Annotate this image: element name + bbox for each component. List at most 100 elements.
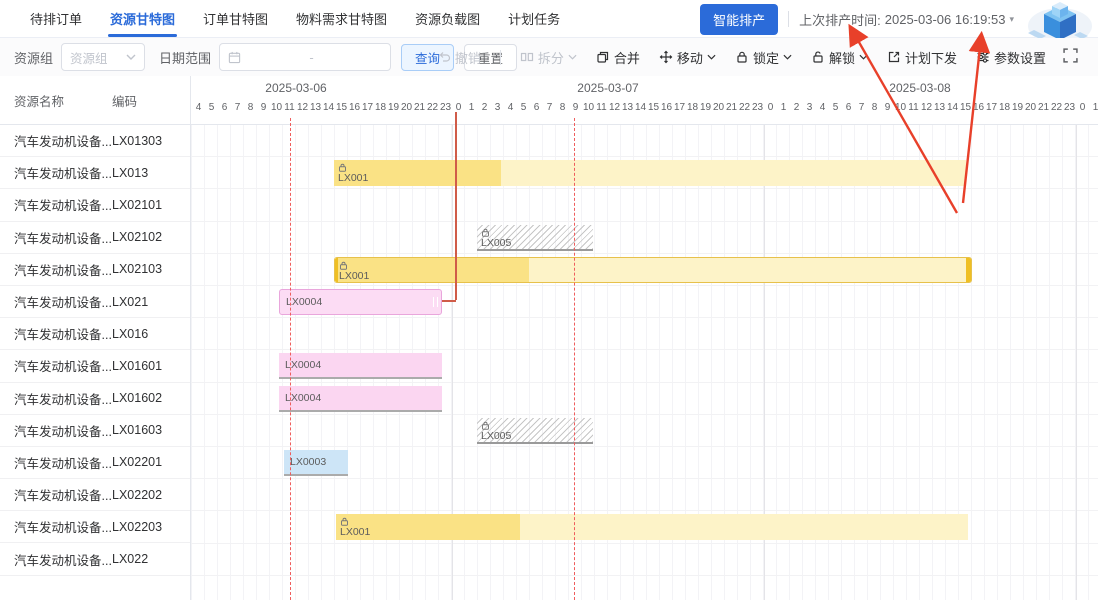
table-row[interactable]: 汽车发动机设备... LX02101 [0,189,190,221]
table-row[interactable]: 汽车发动机设备... LX02103 [0,254,190,286]
table-row[interactable]: 汽车发动机设备... LX01603 [0,415,190,447]
table-row[interactable]: 汽车发动机设备... LX02201 [0,447,190,479]
hour-label: 18 [686,102,699,113]
divider [788,11,789,27]
hour-label: 16 [972,102,985,113]
tab-0[interactable]: 待排订单 [16,0,96,37]
last-schedule-time[interactable]: 上次排产时间: 2025-03-06 16:19:53 ▾ [799,10,1014,29]
hour-label: 2 [478,102,491,113]
fullscreen-icon[interactable] [1063,48,1078,68]
resource-name-cell: 汽车发动机设备... [0,517,112,536]
resource-name-cell: 汽车发动机设备... [0,292,112,311]
dependency-connector-horizontal [442,300,456,302]
hour-label: 6 [530,102,543,113]
gantt-bar-lx0004[interactable]: LX0004 [279,353,442,379]
plan-dispatch-button[interactable]: 计划下发 [887,48,957,67]
gantt-body: LX001 LX005 LX001 LX0004 LX0004 LX0004 LX005 LX… [191,125,1098,600]
gantt-bar-lx001[interactable]: LX001 [336,514,968,540]
hour-label: 9 [569,102,582,113]
settings-button[interactable]: 参数设置 [976,48,1046,67]
resource-code-cell: LX01601 [112,359,190,373]
gantt-bar-lx005[interactable]: LX005 [477,418,593,444]
unlock-button[interactable]: 解锁 [811,48,868,67]
table-row[interactable]: 汽车发动机设备... LX02203 [0,511,190,543]
hour-label: 15 [959,102,972,113]
lock-button[interactable]: 锁定 [735,48,792,67]
tab-3[interactable]: 物料需求甘特图 [282,0,401,37]
hour-label: 4 [192,102,205,113]
resource-name-cell: 汽车发动机设备... [0,131,112,150]
hour-label: 19 [699,102,712,113]
last-schedule-time-value: 2025-03-06 16:19:53 [885,12,1006,27]
resource-table: 资源名称 编码 汽车发动机设备... LX01303汽车发动机设备... LX0… [0,76,190,600]
hour-label: 21 [725,102,738,113]
hour-label: 20 [712,102,725,113]
merge-button[interactable]: 合并 [596,48,640,67]
table-row[interactable] [0,576,190,600]
dependency-connector-vertical [455,112,457,300]
column-header-resource-name: 资源名称 [0,91,112,110]
undo-button: 撤销 [437,48,481,67]
hour-label: 11 [283,102,296,113]
gantt-bar-lx0003[interactable]: LX0003 [284,450,348,476]
bar-label: LX001 [340,527,968,538]
gantt-bar-lx005[interactable]: LX005 [477,225,593,251]
table-row[interactable]: 汽车发动机设备... LX02202 [0,479,190,511]
bar-label: LX001 [339,271,971,282]
resource-group-select[interactable]: 资源组 [61,43,145,71]
resource-code-cell: LX02202 [112,488,190,502]
last-schedule-time-label: 上次排产时间: [799,10,881,29]
table-row[interactable]: 汽车发动机设备... LX01602 [0,383,190,415]
move-button[interactable]: 移动 [659,48,716,67]
table-row[interactable]: 汽车发动机设备... LX013 [0,157,190,189]
gantt-bar-lx0004[interactable]: LX0004 [279,386,442,412]
resource-code-cell: LX016 [112,327,190,341]
hour-label: 2 [790,102,803,113]
table-row[interactable]: 汽车发动机设备... LX022 [0,543,190,575]
table-row[interactable]: 汽车发动机设备... LX021 [0,286,190,318]
table-row[interactable]: 汽车发动机设备... LX01601 [0,350,190,382]
lock-icon [338,162,966,173]
date-range-input[interactable]: - [219,43,391,71]
hour-label: 6 [842,102,855,113]
hour-label: 21 [1037,102,1050,113]
hour-label: 13 [933,102,946,113]
lock-icon [340,516,968,527]
tab-4[interactable]: 资源负载图 [401,0,494,37]
table-row[interactable]: 汽车发动机设备... LX01303 [0,125,190,157]
resource-group-placeholder: 资源组 [70,48,108,67]
tab-5[interactable]: 计划任务 [494,0,574,37]
day-label: 2025-03-06 [265,81,326,95]
chevron-down-icon [707,54,716,60]
hour-label: 23 [439,102,452,113]
hour-label: 18 [998,102,1011,113]
resource-name-cell: 汽车发动机设备... [0,485,112,504]
gantt-bar-lx001[interactable]: LX001 [334,160,966,186]
hour-label: 8 [868,102,881,113]
bar-label: LX0003 [284,450,348,468]
gantt-bar-lx0004[interactable]: LX0004 [279,289,442,315]
table-row[interactable]: 汽车发动机设备... LX016 [0,318,190,350]
table-row[interactable]: 汽车发动机设备... LX02102 [0,222,190,254]
hour-label: 10 [894,102,907,113]
gantt-row [191,189,1098,221]
resource-name-cell: 汽车发动机设备... [0,195,112,214]
hour-label: 22 [426,102,439,113]
resource-name-cell: 汽车发动机设备... [0,324,112,343]
hour-label: 22 [738,102,751,113]
smart-schedule-button[interactable]: 智能排产 [700,4,778,35]
send-icon [887,50,901,64]
gantt-bar-lx001[interactable]: LX001 [334,257,972,283]
hour-label: 10 [270,102,283,113]
hour-label: 23 [751,102,764,113]
hour-label: 4 [816,102,829,113]
hour-label: 14 [634,102,647,113]
hour-label: 14 [946,102,959,113]
hour-label: 12 [608,102,621,113]
tab-1[interactable]: 资源甘特图 [96,0,189,37]
hour-label: 7 [543,102,556,113]
gantt-row [191,576,1098,600]
hour-label: 11 [595,102,608,113]
tab-2[interactable]: 订单甘特图 [189,0,282,37]
resource-code-cell: LX021 [112,295,190,309]
